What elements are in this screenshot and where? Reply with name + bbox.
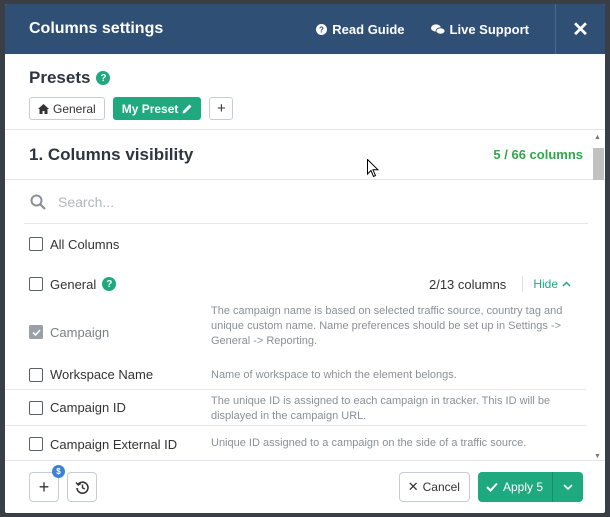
search-icon: [30, 194, 46, 210]
apply-button[interactable]: Apply 5: [478, 472, 553, 502]
hide-label: Hide: [533, 277, 558, 291]
read-guide-label: Read Guide: [332, 21, 405, 37]
apply-options-dropdown[interactable]: [553, 484, 583, 490]
column-description: Unique ID assigned to a campaign on the …: [211, 437, 527, 449]
hide-group-toggle[interactable]: Hide: [533, 277, 571, 291]
column-name: Campaign External ID: [50, 436, 178, 452]
help-icon[interactable]: ?: [96, 71, 111, 85]
column-description: The unique ID is assigned to each campai…: [211, 395, 551, 422]
plus-icon: +: [38, 476, 50, 497]
all-columns-label: All Columns: [50, 236, 120, 252]
svg-text:?: ?: [319, 25, 324, 34]
column-name: Campaign ID: [50, 400, 126, 415]
scrollbar-thumb[interactable]: [593, 148, 604, 180]
chevron-down-icon: [563, 484, 573, 490]
preset-my-preset-button[interactable]: My Preset: [112, 97, 202, 120]
group-general-label: General: [50, 276, 97, 292]
mouse-cursor-icon: [367, 158, 380, 183]
checkmark-icon: [486, 482, 498, 492]
content-scrollbar[interactable]: ▲ ▼: [591, 134, 604, 460]
column-search: [24, 180, 588, 224]
group-column-count: 2/13 columns: [428, 276, 507, 292]
apply-button-group: Apply 5: [477, 472, 583, 502]
live-support-label: Live Support: [449, 21, 529, 37]
group-general-checkbox[interactable]: [29, 277, 43, 291]
column-row-campaign-id: Campaign ID The unique ID is assigned to…: [5, 390, 586, 426]
columns-content: 1. Columns visibility 5 / 66 columns All…: [5, 130, 605, 460]
live-support-link[interactable]: Live Support: [430, 21, 529, 37]
column-checkbox-workspace-name[interactable]: [29, 367, 43, 382]
close-button[interactable]: ✕: [555, 4, 605, 54]
column-checkbox-campaign-external-id[interactable]: [29, 437, 43, 451]
x-icon: ✕: [407, 479, 419, 494]
column-row-campaign-external-id: Campaign External ID Unique ID assigned …: [5, 426, 586, 460]
home-icon: [38, 103, 49, 114]
dialog-title: Columns settings: [29, 20, 164, 37]
column-checkbox-campaign: [29, 325, 43, 339]
column-name: Workspace Name: [50, 367, 154, 382]
add-custom-column-button[interactable]: + $: [29, 465, 65, 502]
chevron-up-icon: [562, 281, 571, 287]
apply-label: Apply 5: [502, 480, 543, 494]
add-preset-button[interactable]: +: [209, 97, 234, 120]
cancel-label: Cancel: [422, 480, 460, 494]
history-icon: [74, 480, 89, 494]
history-button[interactable]: [67, 472, 97, 502]
column-description: Name of workspace to which the element b…: [211, 369, 457, 381]
column-checkbox-campaign-id[interactable]: [29, 400, 43, 415]
columns-settings-dialog: Columns settings ? Read Guide Live Suppo…: [5, 4, 605, 513]
scroll-up-arrow-icon[interactable]: ▲: [594, 134, 601, 141]
preset-general-label: General: [53, 101, 96, 116]
cancel-button[interactable]: ✕ Cancel: [398, 472, 470, 502]
group-general-row: General ? 2/13 columns Hide: [5, 264, 605, 304]
question-circle-icon: ?: [316, 23, 328, 35]
help-icon[interactable]: ?: [102, 277, 117, 291]
pencil-icon[interactable]: [182, 104, 192, 114]
preset-my-preset-label: My Preset: [121, 101, 179, 116]
column-name: Campaign: [50, 324, 110, 340]
columns-visibility-header: 1. Columns visibility 5 / 66 columns: [5, 130, 605, 180]
all-columns-row[interactable]: All Columns: [5, 224, 605, 264]
divider: [522, 276, 524, 292]
column-description: The campaign name is based on selected t…: [211, 305, 563, 347]
column-row-campaign: Campaign The campaign name is based on s…: [5, 304, 586, 360]
all-columns-checkbox[interactable]: [29, 237, 43, 251]
dollar-badge: $: [52, 465, 65, 478]
close-icon: ✕: [572, 18, 589, 41]
columns-visibility-title: 1. Columns visibility: [29, 144, 194, 164]
preset-general-button[interactable]: General: [29, 97, 105, 120]
presets-title: Presets: [29, 68, 91, 87]
column-row-workspace-name: Workspace Name Name of workspace to whic…: [5, 360, 586, 390]
presets-section: Presets ? General My Preset +: [5, 54, 605, 130]
dialog-footer: + $ ✕ Cancel Apply 5: [5, 460, 605, 513]
visible-columns-count: 5 / 66 columns: [493, 147, 583, 162]
chat-bubbles-icon: [430, 23, 445, 35]
search-input[interactable]: [58, 193, 458, 210]
dialog-header: Columns settings ? Read Guide Live Suppo…: [5, 4, 605, 54]
read-guide-link[interactable]: ? Read Guide: [316, 21, 405, 37]
scroll-down-arrow-icon[interactable]: ▼: [594, 453, 601, 460]
